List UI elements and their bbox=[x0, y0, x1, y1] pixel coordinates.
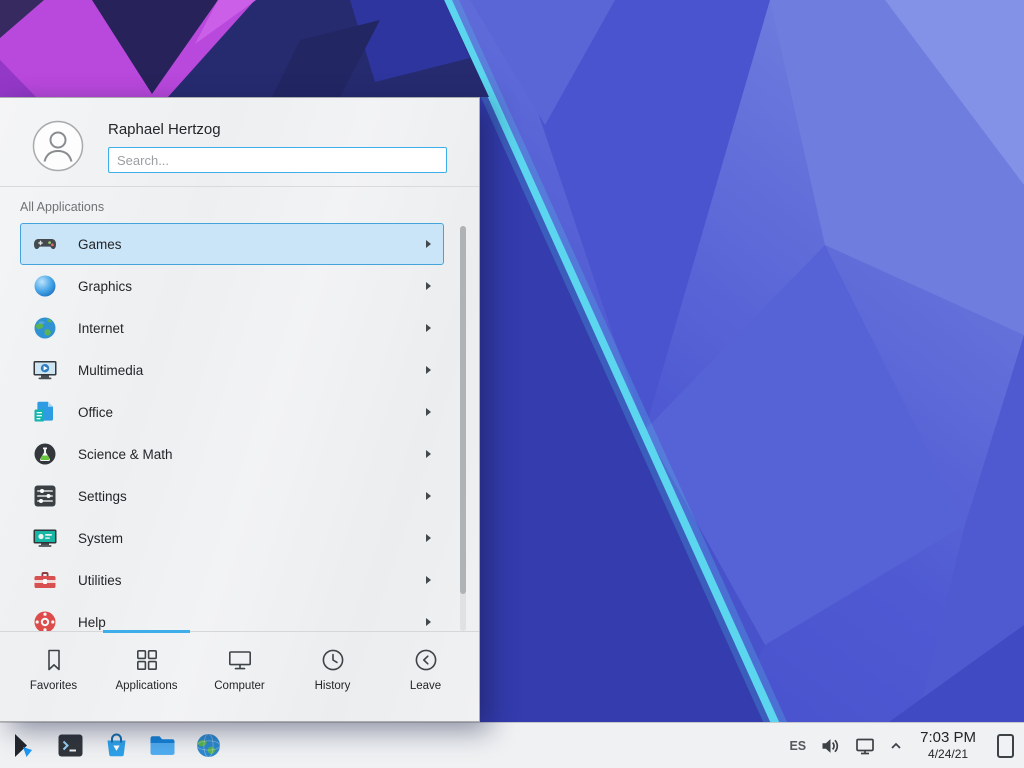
tab-history[interactable]: History bbox=[286, 632, 379, 721]
clock-widget[interactable]: 7:03 PM 4/24/21 bbox=[920, 729, 976, 763]
sliders-icon bbox=[32, 483, 58, 509]
chevron-right-icon bbox=[426, 492, 431, 500]
user-avatar bbox=[32, 120, 84, 172]
applications-grid-icon bbox=[133, 646, 161, 674]
clock-time: 7:03 PM bbox=[920, 729, 976, 748]
system-tray: ES 7:03 PM 4/24/21 bbox=[789, 729, 1024, 763]
chevron-right-icon bbox=[426, 282, 431, 290]
category-utilities[interactable]: Utilities bbox=[20, 559, 444, 601]
user-icon bbox=[32, 120, 84, 172]
tab-label: Leave bbox=[410, 680, 441, 692]
category-label: Settings bbox=[78, 489, 127, 504]
folder-icon bbox=[147, 730, 178, 761]
discover-app-button[interactable] bbox=[101, 730, 132, 761]
category-internet[interactable]: Internet bbox=[20, 307, 444, 349]
category-label: System bbox=[78, 531, 123, 546]
category-label: Games bbox=[78, 237, 122, 252]
tab-applications[interactable]: Applications bbox=[100, 632, 193, 721]
show-desktop-button[interactable] bbox=[997, 734, 1014, 758]
toolbox-icon bbox=[32, 567, 58, 593]
chevron-right-icon bbox=[426, 534, 431, 542]
category-label: Office bbox=[78, 405, 113, 420]
file-manager-app-button[interactable] bbox=[147, 730, 178, 761]
browser-globe-icon bbox=[193, 730, 224, 761]
terminal-app-button[interactable] bbox=[55, 730, 86, 761]
discover-icon bbox=[101, 730, 132, 761]
keyboard-layout-indicator[interactable]: ES bbox=[789, 739, 806, 753]
flask-icon bbox=[32, 441, 58, 467]
tab-leave[interactable]: Leave bbox=[379, 632, 472, 721]
category-settings[interactable]: Settings bbox=[20, 475, 444, 517]
search-input[interactable] bbox=[108, 147, 447, 173]
user-name: Raphael Hertzog bbox=[108, 118, 447, 147]
category-list: Games Graphics Internet Multimedia bbox=[0, 223, 479, 631]
chevron-right-icon bbox=[426, 366, 431, 374]
web-browser-app-button[interactable] bbox=[193, 730, 224, 761]
scrollbar-thumb[interactable] bbox=[460, 226, 466, 594]
network-icon[interactable] bbox=[854, 735, 876, 757]
tab-label: Applications bbox=[115, 680, 177, 692]
graphics-icon bbox=[32, 273, 58, 299]
lifebuoy-icon bbox=[32, 609, 58, 631]
category-multimedia[interactable]: Multimedia bbox=[20, 349, 444, 391]
category-label: Multimedia bbox=[78, 363, 143, 378]
tab-favorites[interactable]: Favorites bbox=[7, 632, 100, 721]
chevron-right-icon bbox=[426, 450, 431, 458]
tab-label: Favorites bbox=[30, 680, 77, 692]
app-launcher-icon bbox=[9, 730, 40, 761]
chevron-right-icon bbox=[426, 576, 431, 584]
category-office[interactable]: Office bbox=[20, 391, 444, 433]
category-label: Science & Math bbox=[78, 447, 173, 462]
category-label: Help bbox=[78, 615, 106, 630]
system-monitor-icon bbox=[32, 525, 58, 551]
chevron-right-icon bbox=[426, 324, 431, 332]
clock-icon bbox=[319, 646, 347, 674]
category-system[interactable]: System bbox=[20, 517, 444, 559]
category-help[interactable]: Help bbox=[20, 601, 444, 631]
tab-computer[interactable]: Computer bbox=[193, 632, 286, 721]
app-launcher-button[interactable] bbox=[9, 730, 40, 761]
launcher-tab-bar: Favorites Applications Computer History … bbox=[0, 631, 479, 721]
expand-tray-caret-icon[interactable] bbox=[889, 739, 903, 753]
chevron-right-icon bbox=[426, 240, 431, 248]
category-label: Utilities bbox=[78, 573, 122, 588]
chevron-right-icon bbox=[426, 408, 431, 416]
taskbar-panel: ES 7:03 PM 4/24/21 bbox=[0, 722, 1024, 768]
category-science-math[interactable]: Science & Math bbox=[20, 433, 444, 475]
application-launcher-menu: Raphael Hertzog All Applications Games G… bbox=[0, 97, 480, 722]
volume-icon[interactable] bbox=[819, 735, 841, 757]
tab-label: Computer bbox=[214, 680, 265, 692]
launcher-header: Raphael Hertzog bbox=[0, 98, 479, 187]
chevron-right-icon bbox=[426, 618, 431, 626]
scrollbar-track[interactable] bbox=[460, 226, 466, 631]
category-label: Graphics bbox=[78, 279, 132, 294]
tab-label: History bbox=[315, 680, 351, 692]
terminal-icon bbox=[55, 730, 86, 761]
leave-icon bbox=[412, 646, 440, 674]
gamepad-icon bbox=[32, 231, 58, 257]
taskbar-launchers bbox=[0, 730, 224, 761]
bookmark-icon bbox=[40, 646, 68, 674]
section-label: All Applications bbox=[0, 187, 479, 223]
globe-icon bbox=[32, 315, 58, 341]
clock-date: 4/24/21 bbox=[920, 747, 976, 762]
computer-monitor-icon bbox=[226, 646, 254, 674]
category-games[interactable]: Games bbox=[20, 223, 444, 265]
category-label: Internet bbox=[78, 321, 124, 336]
multimedia-icon bbox=[32, 357, 58, 383]
category-graphics[interactable]: Graphics bbox=[20, 265, 444, 307]
office-icon bbox=[32, 399, 58, 425]
